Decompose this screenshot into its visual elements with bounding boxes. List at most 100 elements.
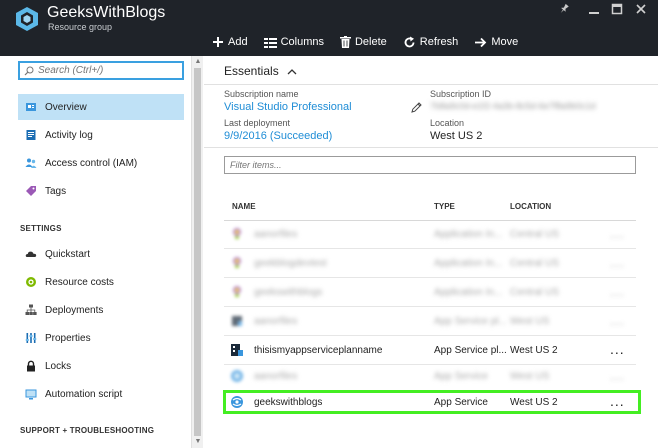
row-name[interactable]: aanorfiles bbox=[254, 316, 297, 327]
subscription-name-link[interactable]: Visual Studio Professional bbox=[224, 101, 352, 113]
row-type: App Service pl... bbox=[434, 345, 507, 356]
deployments-icon bbox=[25, 304, 37, 315]
essentials-divider bbox=[204, 84, 658, 85]
nav-tags[interactable]: Tags bbox=[18, 178, 184, 204]
row-more-button[interactable]: ... bbox=[610, 312, 625, 328]
nav-automation-script-label: Automation script bbox=[45, 388, 123, 400]
nav-activity-log-label: Activity log bbox=[45, 129, 93, 141]
columns-button[interactable]: Columns bbox=[263, 36, 324, 48]
nav-locks-label: Locks bbox=[45, 360, 72, 372]
row-type: Application In... bbox=[434, 229, 503, 240]
properties-icon bbox=[25, 333, 37, 343]
nav-access-control-label: Access control (IAM) bbox=[45, 157, 138, 169]
nav-access-control[interactable]: Access control (IAM) bbox=[18, 150, 184, 176]
automation-script-icon bbox=[25, 389, 37, 400]
row-location: Central US bbox=[510, 258, 559, 269]
row-more-button[interactable]: ... bbox=[610, 254, 625, 270]
location-label: Location bbox=[430, 118, 465, 128]
users-icon bbox=[25, 158, 37, 168]
essentials-title: Essentials bbox=[224, 64, 279, 78]
nav-resource-costs[interactable]: Resource costs bbox=[18, 269, 184, 295]
table-row[interactable]: aanorfiles App Service pl... West US ... bbox=[224, 308, 636, 336]
row-location: West US 2 bbox=[510, 345, 558, 356]
row-name[interactable]: geekswithblogs bbox=[254, 287, 322, 298]
row-name[interactable]: aanorfiles bbox=[254, 371, 297, 382]
refresh-button[interactable]: Refresh bbox=[403, 36, 459, 49]
scroll-up-icon[interactable]: ▲ bbox=[193, 57, 203, 67]
lock-icon bbox=[27, 360, 35, 372]
table-row[interactable]: thisismyappserviceplanname App Service p… bbox=[224, 337, 636, 365]
chevron-up-icon bbox=[287, 68, 297, 74]
row-type: Application In... bbox=[434, 287, 503, 298]
row-name[interactable]: thisismyappserviceplanname bbox=[254, 345, 382, 356]
essentials-bottom-divider bbox=[204, 147, 658, 148]
last-deployment-link[interactable]: 9/9/2016 (Succeeded) bbox=[224, 130, 332, 142]
window-title: GeeksWithBlogs bbox=[47, 4, 166, 21]
table-row[interactable]: aanorfiles App Service West US ... bbox=[224, 363, 636, 391]
columns-label: Columns bbox=[280, 36, 324, 48]
row-location: West US bbox=[510, 316, 550, 327]
row-more-button[interactable]: ... bbox=[610, 283, 625, 299]
nav-deployments[interactable]: Deployments bbox=[18, 297, 184, 323]
app-service-icon bbox=[231, 370, 243, 382]
search-input[interactable] bbox=[38, 65, 168, 76]
tag-icon bbox=[26, 186, 36, 196]
nav-overview[interactable]: Overview bbox=[18, 94, 184, 120]
row-name[interactable]: aanorfiles bbox=[254, 229, 297, 240]
search-icon bbox=[24, 66, 34, 75]
close-icon[interactable] bbox=[632, 3, 650, 19]
minimize-icon[interactable] bbox=[585, 3, 603, 19]
row-location: Central US bbox=[510, 287, 559, 298]
settings-section-header: SETTINGS bbox=[20, 224, 62, 233]
column-header-type[interactable]: TYPE bbox=[434, 202, 455, 211]
row-name[interactable]: geekblogdevtest bbox=[254, 258, 327, 269]
subscription-name-label: Subscription name bbox=[224, 89, 299, 99]
last-deployment-label: Last deployment bbox=[224, 118, 291, 128]
overview-icon bbox=[26, 103, 36, 111]
cost-icon bbox=[26, 277, 36, 287]
nav-locks[interactable]: Locks bbox=[18, 353, 184, 379]
row-more-button[interactable]: ... bbox=[610, 367, 625, 383]
column-header-location[interactable]: LOCATION bbox=[510, 202, 551, 211]
delete-label: Delete bbox=[354, 36, 387, 48]
app-insights-icon bbox=[233, 286, 241, 297]
row-more-button[interactable]: ... bbox=[610, 341, 625, 357]
scroll-down-icon[interactable]: ▼ bbox=[193, 437, 203, 447]
filter-items-input[interactable] bbox=[224, 156, 636, 174]
left-menu-scrollbar[interactable]: ▲ ▼ bbox=[191, 56, 203, 448]
maximize-icon[interactable] bbox=[608, 3, 626, 19]
window-subtitle: Resource group bbox=[48, 22, 113, 32]
menu-search-box[interactable] bbox=[18, 61, 184, 80]
nav-properties-label: Properties bbox=[45, 332, 91, 344]
scrollbar-thumb[interactable] bbox=[194, 68, 201, 436]
nav-properties[interactable]: Properties bbox=[18, 325, 184, 351]
nav-quickstart[interactable]: Quickstart bbox=[18, 241, 184, 267]
move-button[interactable]: Move bbox=[474, 36, 518, 48]
essentials-toggle[interactable]: Essentials bbox=[224, 64, 297, 78]
table-row[interactable]: geekblogdevtest Application In... Centra… bbox=[224, 250, 636, 278]
nav-tags-label: Tags bbox=[45, 185, 67, 197]
left-menu: Overview Activity log Access control (IA… bbox=[0, 56, 203, 448]
nav-quickstart-label: Quickstart bbox=[45, 248, 91, 260]
cloud-icon bbox=[25, 251, 37, 257]
nav-automation-script[interactable]: Automation script bbox=[18, 381, 184, 407]
delete-button[interactable]: Delete bbox=[339, 36, 387, 48]
app-service-plan-icon bbox=[231, 344, 243, 356]
nav-activity-log[interactable]: Activity log bbox=[18, 122, 184, 148]
add-label: Add bbox=[228, 36, 248, 48]
columns-icon bbox=[263, 37, 277, 48]
refresh-label: Refresh bbox=[419, 36, 459, 48]
table-row[interactable]: geekswithblogs Application In... Central… bbox=[224, 279, 636, 307]
nav-overview-label: Overview bbox=[45, 101, 87, 113]
arrow-right-icon bbox=[475, 37, 487, 47]
edit-pencil-icon[interactable] bbox=[410, 101, 423, 114]
row-location: West US bbox=[510, 371, 550, 382]
title-bar: GeeksWithBlogs Resource group Add Column… bbox=[0, 0, 658, 56]
selection-highlight-box bbox=[223, 390, 641, 414]
pin-icon[interactable] bbox=[555, 3, 573, 19]
row-more-button[interactable]: ... bbox=[610, 225, 625, 241]
add-button[interactable]: Add bbox=[212, 36, 248, 48]
row-location: Central US bbox=[510, 229, 559, 240]
table-row[interactable]: aanorfiles Application In... Central US … bbox=[224, 221, 636, 249]
column-header-name[interactable]: NAME bbox=[232, 202, 256, 211]
